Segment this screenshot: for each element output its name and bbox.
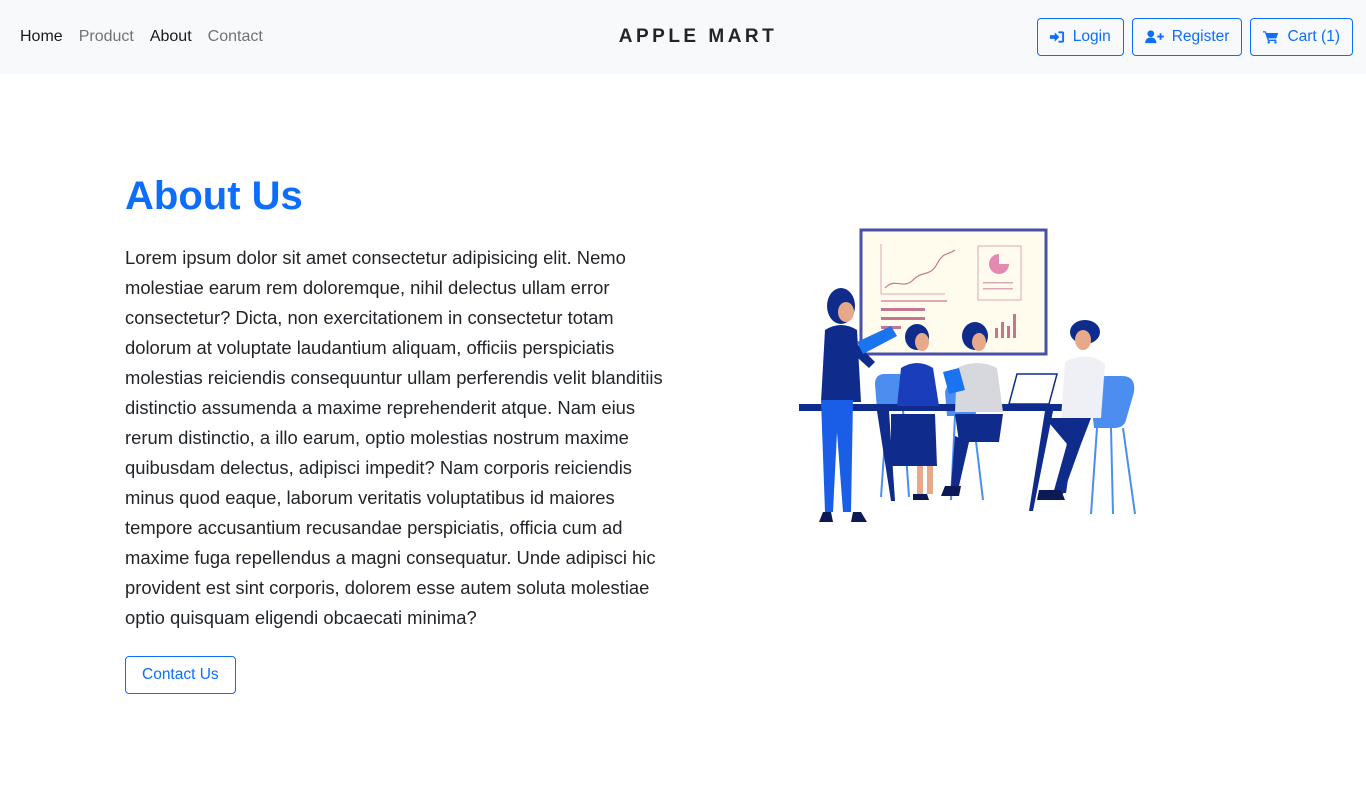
contact-us-button[interactable]: Contact Us — [125, 656, 236, 694]
nav-links: Home Product About Contact — [20, 0, 263, 74]
bar-chart — [995, 328, 998, 338]
nav-link-about[interactable]: About — [150, 29, 192, 45]
cart-button[interactable]: Cart (1) — [1250, 18, 1353, 56]
nav-actions: Login Register Cart (1) — [1036, 18, 1353, 56]
nav-link-contact[interactable]: Contact — [208, 29, 263, 45]
user-plus-icon — [1144, 30, 1164, 44]
cart-label: Cart (1) — [1287, 28, 1340, 45]
sign-in-icon — [1049, 31, 1064, 43]
cart-icon — [1263, 31, 1279, 44]
navbar: Home Product About Contact APPLE MART Lo… — [0, 0, 1366, 74]
login-label: Login — [1072, 28, 1111, 45]
register-button[interactable]: Register — [1131, 18, 1243, 56]
about-description: Lorem ipsum dolor sit amet consectetur a… — [125, 247, 663, 628]
team-meeting-illustration — [799, 228, 1136, 522]
nav-link-home[interactable]: Home — [20, 29, 63, 45]
login-button[interactable]: Login — [1036, 18, 1124, 56]
nav-link-product[interactable]: Product — [79, 29, 134, 45]
about-title: About Us — [125, 174, 303, 218]
brand-logo[interactable]: APPLE MART — [589, 26, 778, 48]
register-label: Register — [1171, 28, 1230, 45]
